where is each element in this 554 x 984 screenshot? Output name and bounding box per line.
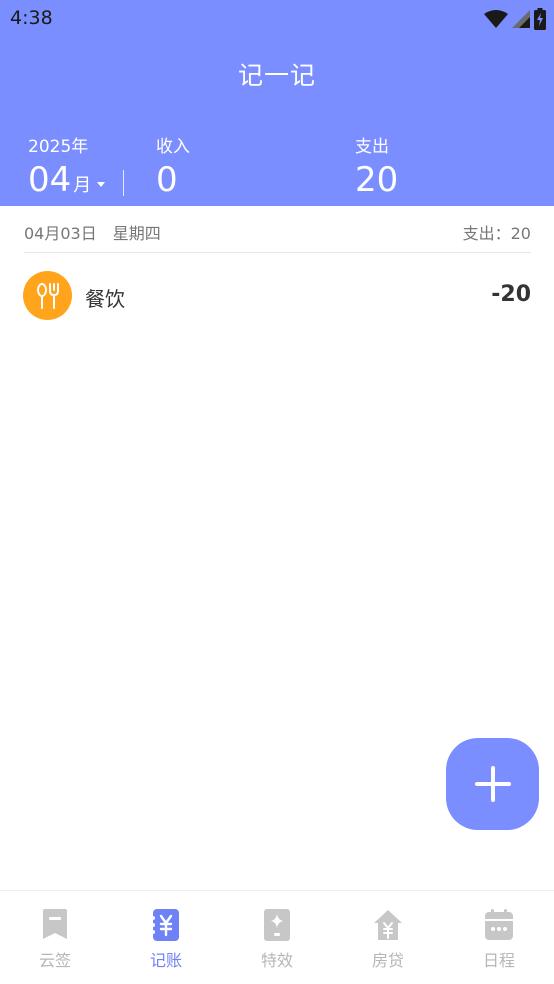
header: 4:38 记一记 2025年 04 月 收入 0 支出 20 xyxy=(0,0,554,206)
battery-icon xyxy=(534,8,546,30)
nav-label: 日程 xyxy=(482,951,515,970)
list-item[interactable]: 餐饮 -20 xyxy=(0,266,554,326)
nav-label: 房贷 xyxy=(371,951,404,970)
month-value: 04 xyxy=(28,160,72,200)
day-expense-total: 支出：20 xyxy=(462,224,531,243)
nav-label: 特效 xyxy=(260,951,293,970)
plus-icon xyxy=(474,766,511,802)
nav-item-mortgage[interactable]: 房贷 xyxy=(333,909,443,971)
nav-label: 云签 xyxy=(38,951,71,970)
day-group-header: 04月03日 星期四 支出：20 xyxy=(0,206,554,254)
sparkle-icon xyxy=(264,909,290,941)
wifi-icon xyxy=(484,10,508,28)
income-value: 0 xyxy=(156,160,178,200)
income-label: 收入 xyxy=(156,137,190,157)
nav-label: 记账 xyxy=(149,951,182,970)
nav-item-schedule[interactable]: 日程 xyxy=(444,909,554,971)
header-divider xyxy=(123,170,124,196)
status-time: 4:38 xyxy=(10,7,53,29)
nav-item-effects[interactable]: 特效 xyxy=(222,909,332,971)
add-entry-button[interactable] xyxy=(446,738,539,830)
entry-amount: -20 xyxy=(491,282,531,307)
yuan-ledger-icon xyxy=(151,909,179,941)
nav-item-bookkeeping[interactable]: 记账 xyxy=(111,909,221,971)
bookmark-icon xyxy=(43,909,67,939)
day-date: 04月03日 星期四 xyxy=(24,224,161,243)
bottom-nav: 云签 记账 特效 房贷 日程 xyxy=(0,890,554,984)
expense-label: 支出 xyxy=(355,137,389,157)
year-label: 2025年 xyxy=(28,137,89,157)
status-icons xyxy=(484,8,546,30)
divider xyxy=(24,252,531,253)
house-yuan-icon xyxy=(374,910,402,940)
month-picker[interactable]: 04 月 xyxy=(28,158,106,202)
expense-value: 20 xyxy=(355,160,399,200)
status-bar: 4:38 xyxy=(0,0,554,38)
signal-icon xyxy=(512,10,530,28)
month-suffix: 月 xyxy=(73,175,92,196)
page-title: 记一记 xyxy=(237,61,316,90)
fork-spoon-icon xyxy=(23,271,72,320)
calendar-icon xyxy=(485,909,513,940)
nav-item-cloud-sign[interactable]: 云签 xyxy=(0,909,110,971)
caret-down-icon xyxy=(97,182,106,187)
entry-category: 餐饮 xyxy=(85,287,125,311)
